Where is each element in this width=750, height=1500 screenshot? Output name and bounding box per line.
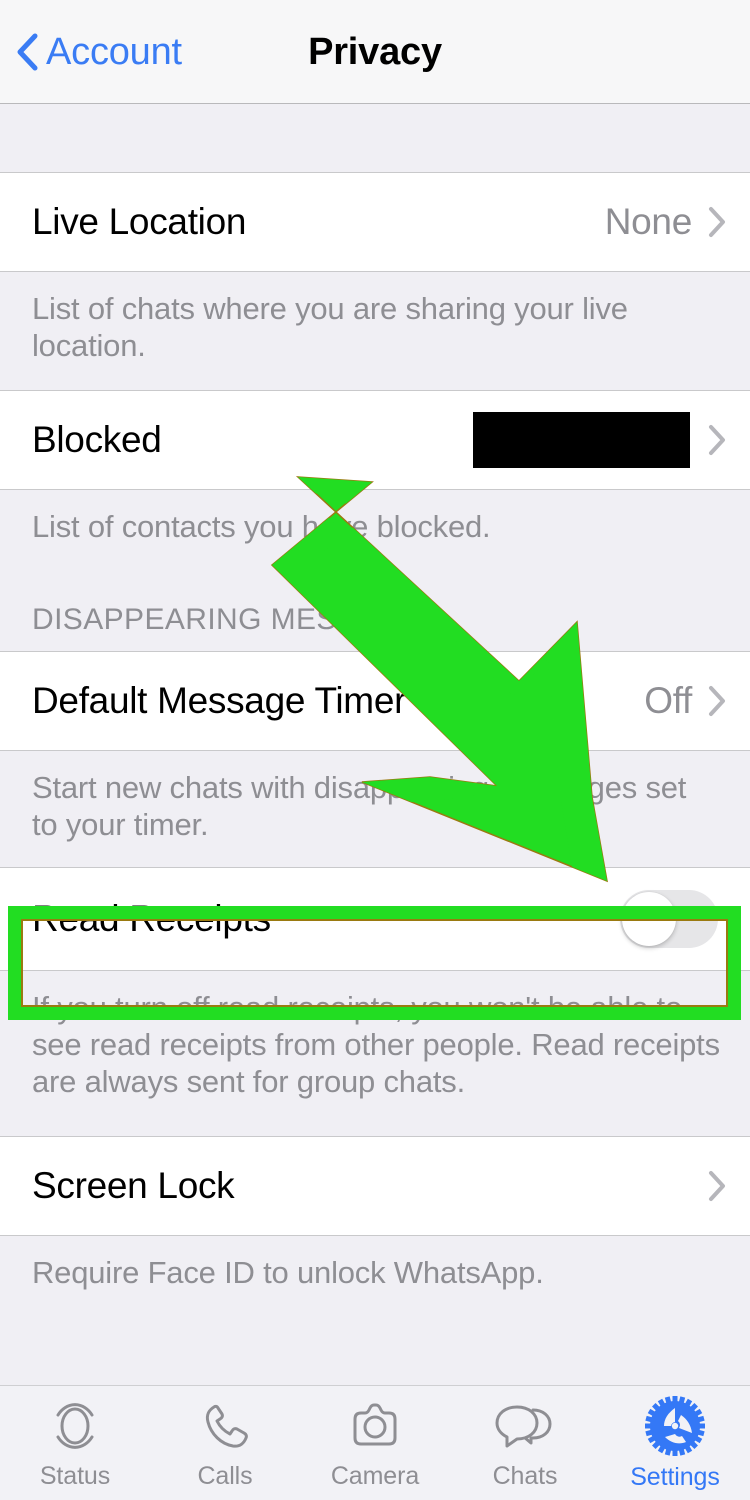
privacy-settings-screen: Account Privacy Live Location None List …	[0, 0, 750, 1500]
footnote-screen-lock: Require Face ID to unlock WhatsApp.	[0, 1236, 750, 1313]
tab-chats-label: Chats	[492, 1461, 558, 1490]
footnote-default-message-timer: Start new chats with disappearing messag…	[0, 751, 750, 867]
row-live-location-value: None	[604, 201, 693, 242]
tab-chats[interactable]: Chats	[450, 1386, 600, 1500]
read-receipts-toggle[interactable]	[620, 890, 718, 948]
tab-calls[interactable]: Calls	[150, 1386, 300, 1500]
toggle-knob	[622, 892, 676, 946]
row-default-message-timer[interactable]: Default Message Timer Off	[0, 651, 750, 751]
tab-camera[interactable]: Camera	[300, 1386, 450, 1500]
row-read-receipts[interactable]: Read Receipts	[0, 867, 750, 971]
footnote-read-receipts: If you turn off read receipts, you won't…	[0, 971, 750, 1136]
section-header-disappearing-messages: DISAPPEARING MESSAGES	[0, 567, 750, 651]
row-blocked-value-redacted	[473, 412, 690, 468]
tab-camera-label: Camera	[330, 1461, 420, 1490]
row-blocked-label: Blocked	[32, 419, 162, 460]
settings-list: Live Location None List of chats where y…	[0, 104, 750, 1313]
footnote-live-location: List of chats where you are sharing your…	[0, 272, 750, 390]
tab-calls-label: Calls	[197, 1461, 253, 1490]
camera-icon	[353, 1403, 397, 1445]
row-screen-lock[interactable]: Screen Lock	[0, 1136, 750, 1236]
tab-status-label: Status	[39, 1461, 111, 1490]
row-default-message-timer-value: Off	[644, 680, 692, 721]
tab-status[interactable]: Status	[0, 1386, 150, 1500]
tab-settings-label: Settings	[630, 1462, 720, 1491]
status-rings-icon	[56, 1402, 94, 1449]
tab-bar: Status Calls Camera Chats Settings	[0, 1385, 750, 1500]
gear-icon	[645, 1395, 705, 1456]
phone-icon	[205, 1404, 248, 1448]
row-blocked[interactable]: Blocked	[0, 390, 750, 490]
row-default-message-timer-label: Default Message Timer	[32, 680, 407, 721]
navigation-bar: Account Privacy	[0, 0, 750, 104]
row-read-receipts-label: Read Receipts	[32, 898, 271, 939]
tab-settings[interactable]: Settings	[600, 1386, 750, 1500]
list-top-spacer	[0, 104, 750, 172]
footnote-blocked: List of contacts you have blocked.	[0, 490, 750, 567]
chevron-right-icon	[709, 207, 725, 237]
row-live-location-label: Live Location	[32, 201, 247, 242]
row-screen-lock-label: Screen Lock	[32, 1165, 235, 1206]
chat-bubbles-icon	[495, 1405, 552, 1447]
page-title: Privacy	[308, 30, 442, 73]
chevron-right-icon	[709, 1171, 725, 1201]
row-live-location[interactable]: Live Location None	[0, 172, 750, 272]
chevron-right-icon	[709, 425, 725, 455]
chevron-right-icon	[709, 686, 725, 716]
